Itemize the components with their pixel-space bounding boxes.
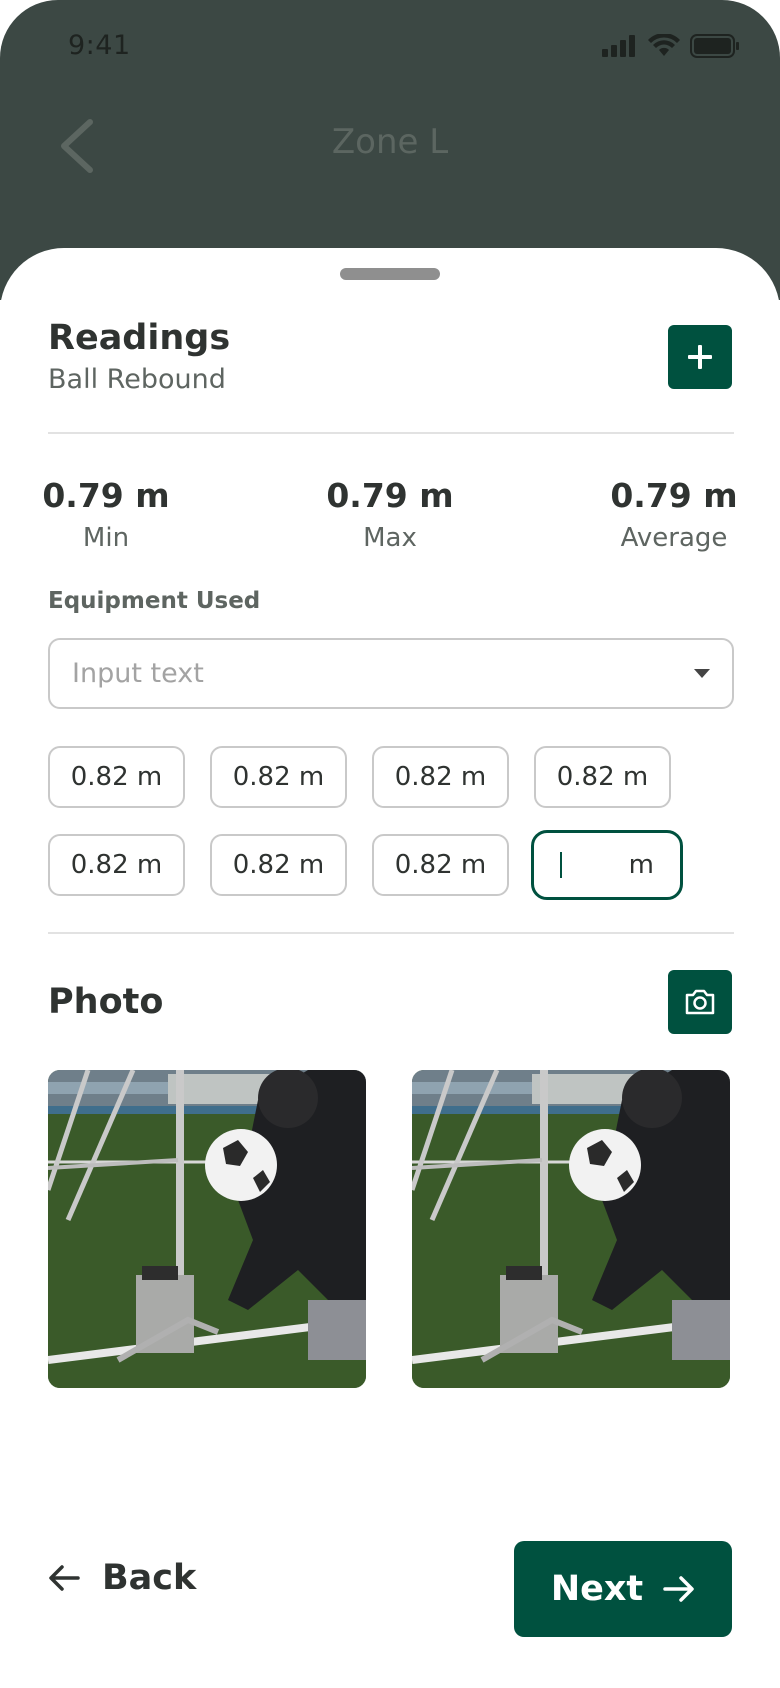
stat-average: 0.79 m Average [604, 476, 744, 553]
camera-button[interactable] [668, 970, 732, 1034]
field-photo-image [48, 1070, 366, 1388]
photo-title: Photo [48, 982, 164, 1022]
camera-icon [685, 989, 715, 1015]
stat-max-value: 0.79 m [326, 476, 454, 515]
photo-thumbnail[interactable] [48, 1070, 366, 1388]
stat-average-label: Average [620, 523, 728, 553]
photo-thumbnail[interactable] [412, 1070, 730, 1388]
stat-max: 0.79 m Max [320, 476, 460, 553]
reading-chip[interactable]: 0.82 m [534, 746, 671, 808]
arrow-right-icon [663, 1576, 694, 1602]
reading-chip[interactable]: 0.82 m [210, 834, 347, 896]
equipment-placeholder: Input text [72, 658, 204, 689]
divider [48, 432, 734, 434]
back-button[interactable]: Back [48, 1538, 196, 1618]
readings-subtitle: Ball Rebound [48, 364, 226, 395]
field-photo-image [412, 1070, 730, 1388]
new-reading-unit: m [628, 850, 654, 880]
readings-title: Readings [48, 318, 231, 358]
reading-chip[interactable]: 0.82 m [48, 746, 185, 808]
wifi-icon [648, 34, 680, 56]
new-reading-input[interactable]: m [531, 830, 683, 900]
signal-icon [602, 35, 635, 57]
text-cursor [560, 852, 562, 878]
back-label: Back [102, 1558, 197, 1598]
add-reading-button[interactable] [668, 325, 732, 389]
stat-min-label: Min [82, 523, 130, 553]
sheet-handle[interactable] [340, 268, 440, 280]
reading-chip[interactable]: 0.82 m [48, 834, 185, 896]
reading-chip[interactable]: 0.82 m [372, 834, 509, 896]
status-icons [602, 34, 740, 58]
status-time: 9:41 [68, 30, 131, 61]
reading-chip[interactable]: 0.82 m [372, 746, 509, 808]
battery-icon [690, 34, 739, 58]
arrow-left-icon [49, 1565, 80, 1591]
next-button[interactable]: Next [514, 1541, 732, 1637]
stat-max-label: Max [363, 523, 417, 553]
plus-icon [688, 345, 712, 369]
stat-min-value: 0.79 m [42, 476, 170, 515]
equipment-label: Equipment Used [48, 588, 261, 614]
caret-down-icon [694, 669, 710, 678]
reading-chip[interactable]: 0.82 m [210, 746, 347, 808]
divider [48, 932, 734, 934]
next-label: Next [550, 1569, 644, 1609]
stat-average-value: 0.79 m [610, 476, 738, 515]
screen: 9:41 Zone L Readings Ball Rebound 0.79 m… [0, 0, 780, 1688]
stat-min: 0.79 m Min [36, 476, 176, 553]
equipment-dropdown[interactable]: Input text [48, 638, 734, 709]
nav-title: Zone L [331, 122, 449, 162]
bottom-sheet: Readings Ball Rebound 0.79 m Min 0.79 m … [0, 248, 780, 1688]
